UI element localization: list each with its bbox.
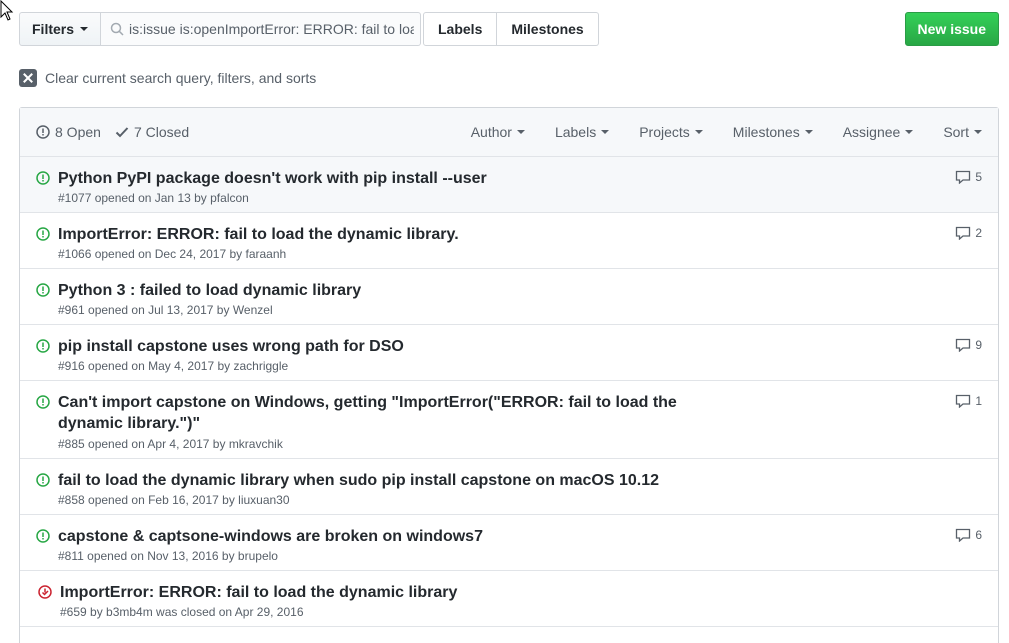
comment-count: 1 [975, 394, 982, 408]
issue-meta: #885 opened on Apr 4, 2017 by mkravchik [58, 437, 283, 451]
comment-icon [956, 170, 971, 184]
filter-search-group: Filters [19, 12, 422, 46]
issue-meta: #961 opened on Jul 13, 2017 by Wenzel [58, 303, 273, 317]
issue-meta: #916 opened on May 4, 2017 by zachriggle [58, 359, 289, 373]
comment-count-link[interactable]: 2 [955, 226, 982, 240]
comment-count-link[interactable]: 6 [955, 528, 982, 542]
labels-filter-label: Labels [554, 124, 597, 140]
issue-closed-icon [38, 585, 52, 599]
labels-milestones-group: Labels Milestones [423, 12, 599, 46]
chevron-down-icon [974, 130, 982, 134]
filters-dropdown-button[interactable]: Filters [19, 12, 102, 46]
issue-title-link[interactable]: capstone & captsone-windows are broken o… [58, 526, 738, 547]
issue-row[interactable]: ImportError: ERROR: fail to load the dyn… [20, 571, 998, 627]
comment-count-link[interactable]: 1 [955, 394, 982, 408]
chevron-down-icon [516, 130, 525, 134]
issue-title-link[interactable]: Can't import capstone on Windows, gettin… [58, 392, 738, 434]
search-box[interactable] [101, 12, 422, 46]
open-count: 8 Open [55, 124, 101, 140]
issue-meta: #1077 opened on Jan 13 by pfalcon [58, 191, 249, 205]
clear-filters-label: Clear current search query, filters, and… [45, 70, 317, 86]
comment-count-link[interactable]: 9 [955, 338, 982, 352]
issue-opened-icon [36, 227, 50, 241]
comment-icon [956, 338, 971, 352]
chevron-down-icon [601, 130, 610, 134]
issue-row[interactable]: Can't import capstone on Windows, gettin… [20, 381, 998, 459]
sort-filter-label: Sort [943, 124, 969, 140]
sort-filter[interactable]: Sort [943, 124, 982, 140]
closed-count: 7 Closed [133, 124, 190, 140]
filters-label: Filters [32, 21, 75, 37]
chevron-down-icon [694, 130, 703, 134]
milestones-filter-label: Milestones [732, 124, 800, 140]
issue-title-link[interactable]: ImportError: ERROR: fail to load the dyn… [58, 224, 738, 245]
comment-icon [956, 226, 971, 240]
close-icon [19, 69, 37, 87]
issue-opened-icon [36, 283, 50, 297]
new-issue-button[interactable]: New issue [904, 12, 999, 46]
search-icon [110, 22, 124, 36]
milestones-button[interactable]: Milestones [497, 12, 599, 46]
state-toggle: 8 Open 7 Closed [36, 124, 189, 140]
issue-row[interactable]: Python 3 : failed to load dynamic librar… [20, 269, 998, 325]
issues-toolbar: Filters Labels Milestones New issue [19, 12, 999, 46]
issues-list: 8 Open 7 Closed Author Labels Projects M… [19, 107, 999, 643]
issue-meta: #1066 opened on Dec 24, 2017 by faraanh [58, 247, 287, 261]
issue-title-link[interactable]: Python PyPI package doesn't work with pi… [58, 168, 738, 189]
chevron-down-icon [905, 130, 914, 134]
assignee-filter-label: Assignee [842, 124, 901, 140]
issue-opened-icon [36, 529, 50, 543]
issues-list-header: 8 Open 7 Closed Author Labels Projects M… [20, 108, 998, 157]
comment-icon [956, 394, 971, 408]
issue-opened-icon [36, 125, 50, 139]
issue-rows: Python PyPI package doesn't work with pi… [20, 157, 998, 627]
issue-opened-icon [36, 339, 50, 353]
open-issues-link[interactable]: 8 Open [36, 124, 101, 140]
clear-filters-link[interactable]: Clear current search query, filters, and… [19, 68, 316, 88]
issue-title-link[interactable]: pip install capstone uses wrong path for… [58, 336, 738, 357]
closed-issues-link[interactable]: 7 Closed [115, 124, 189, 140]
issue-row[interactable]: fail to load the dynamic library when su… [20, 459, 998, 515]
labels-button[interactable]: Labels [423, 12, 498, 46]
milestones-filter[interactable]: Milestones [733, 124, 813, 140]
issue-meta: #659 by b3mb4m was closed on Apr 29, 201… [60, 605, 304, 619]
issue-meta: #811 opened on Nov 13, 2016 by brupelo [58, 549, 278, 563]
issue-opened-icon [36, 473, 50, 487]
check-icon [115, 127, 129, 138]
header-filter-menus: Author Labels Projects Milestones Assign… [471, 124, 982, 140]
search-input[interactable] [129, 13, 415, 45]
issue-title-link[interactable]: Python 3 : failed to load dynamic librar… [58, 280, 738, 301]
projects-filter[interactable]: Projects [639, 124, 703, 140]
issue-opened-icon [36, 171, 50, 185]
chevron-down-icon [80, 27, 89, 31]
comment-count-link[interactable]: 5 [955, 170, 982, 184]
author-filter-label: Author [470, 124, 512, 140]
labels-filter[interactable]: Labels [554, 124, 610, 140]
issue-row[interactable]: capstone & captsone-windows are broken o… [20, 515, 998, 571]
issue-row[interactable]: Python PyPI package doesn't work with pi… [20, 157, 998, 213]
issue-row[interactable]: ImportError: ERROR: fail to load the dyn… [20, 213, 998, 269]
projects-filter-label: Projects [639, 124, 690, 140]
issue-opened-icon [36, 395, 50, 409]
chevron-down-icon [804, 130, 813, 134]
issue-row[interactable]: pip install capstone uses wrong path for… [20, 325, 998, 381]
comment-count: 9 [975, 338, 982, 352]
comment-count: 5 [975, 170, 982, 184]
issue-title-link[interactable]: ImportError: ERROR: fail to load the dyn… [60, 582, 740, 603]
comment-icon [956, 528, 971, 542]
issue-title-link[interactable]: fail to load the dynamic library when su… [58, 470, 738, 491]
assignee-filter[interactable]: Assignee [843, 124, 914, 140]
issue-meta: #858 opened on Feb 16, 2017 by liuxuan30 [58, 493, 290, 507]
comment-count: 6 [975, 528, 982, 542]
mouse-cursor-icon [0, 0, 14, 21]
author-filter[interactable]: Author [471, 124, 525, 140]
comment-count: 2 [975, 226, 982, 240]
